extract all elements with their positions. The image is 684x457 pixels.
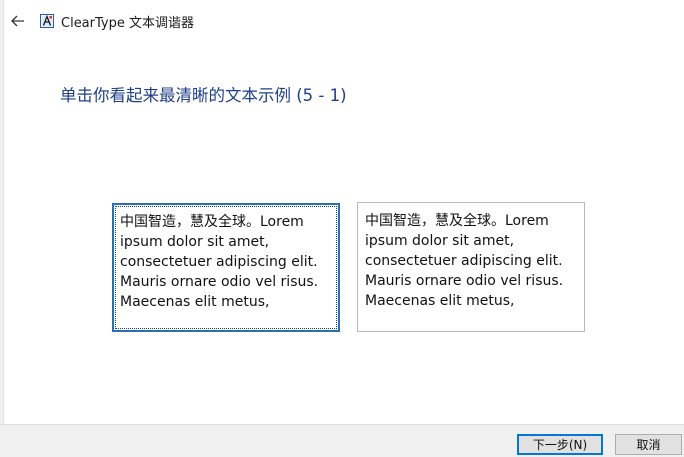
cancel-button[interactable]: 取消 — [615, 434, 682, 455]
back-arrow-icon — [11, 15, 24, 27]
page-heading: 单击你看起来最清晰的文本示例 (5 - 1) — [60, 86, 347, 105]
window-left-edge — [0, 0, 4, 457]
cleartype-tuner-window: ClearType 文本调谐器 单击你看起来最清晰的文本示例 (5 - 1) 中… — [0, 0, 684, 457]
next-button[interactable]: 下一步(N) — [517, 434, 603, 455]
cleartype-app-icon — [40, 13, 54, 28]
window-title: ClearType 文本调谐器 — [61, 16, 194, 31]
text-sample-1[interactable]: 中国智造，慧及全球。Lorem ipsum dolor sit amet, co… — [112, 203, 340, 332]
back-button[interactable] — [7, 11, 29, 31]
text-sample-2[interactable]: 中国智造，慧及全球。Lorem ipsum dolor sit amet, co… — [357, 202, 585, 332]
title-bar: ClearType 文本调谐器 — [0, 0, 684, 40]
